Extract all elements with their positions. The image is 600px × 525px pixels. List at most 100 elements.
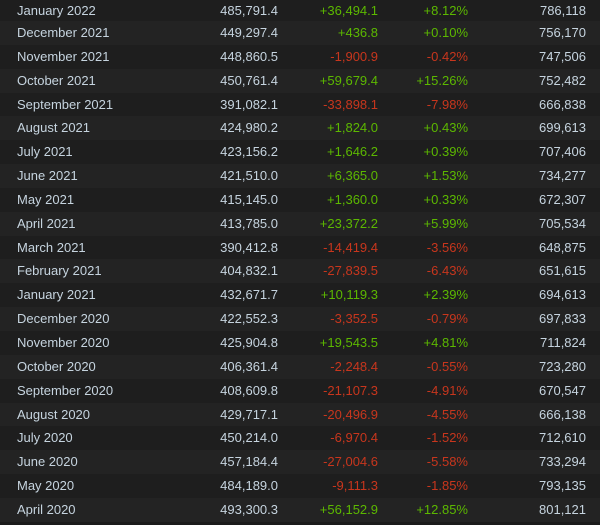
gain-cell: +19,543.5 [319, 334, 378, 350]
gain-cell: -33,898.1 [323, 96, 378, 112]
percent-gain-cell: -1.52% [426, 430, 468, 446]
table-row: December 2020 422,552.3 -3,352.5 -0.79% 697,… [0, 307, 600, 331]
peak-players-cell: 648,875 [539, 239, 586, 255]
percent-gain-cell: +5.99% [423, 215, 468, 231]
gain-cell: +10,119.3 [320, 287, 378, 303]
peak-players-cell: 670,547 [539, 382, 586, 398]
month-cell: October 2020 [17, 358, 96, 374]
month-cell: November 2020 [17, 334, 110, 350]
table-row: January 2021 432,671.7 +10,119.3 +2.39% 694,… [0, 283, 600, 308]
percent-gain-cell: +0.10% [423, 25, 468, 40]
avg-players-cell: 449,297.4 [220, 25, 278, 40]
avg-players-cell: 422,552.3 [220, 311, 278, 327]
avg-players-cell: 493,300.3 [220, 501, 278, 517]
peak-players-cell: 723,280 [539, 358, 586, 374]
gain-cell: +436.8 [337, 25, 378, 40]
table-row: April 2021 413,785.0 +23,372.2 +5.99% 705,53… [0, 211, 600, 236]
gain-cell: -1,900.9 [330, 48, 378, 64]
percent-gain-cell: -0.42% [426, 48, 468, 64]
table-row: May 2020 484,189.0 -9,111.3 -1.85% 793,135 [0, 474, 600, 498]
month-cell: July 2021 [17, 144, 73, 160]
table-row: September 2021 391,082.1 -33,898.1 -7.98% 66… [0, 92, 600, 117]
peak-players-cell: 747,506 [539, 48, 586, 64]
gain-cell: -27,004.6 [323, 454, 378, 470]
percent-gain-cell: -3.56% [426, 239, 468, 255]
peak-players-cell: 733,294 [539, 454, 586, 470]
percent-gain-cell: -7.98% [426, 96, 468, 112]
peak-players-cell: 734,277 [539, 168, 586, 184]
peak-players-cell: 707,406 [539, 144, 586, 160]
month-cell: October 2021 [17, 72, 96, 88]
avg-players-cell: 485,791.4 [220, 3, 278, 18]
gain-cell: -20,496.9 [323, 406, 378, 422]
table-row: November 2020 425,904.8 +19,543.5 +4.81% 711… [0, 330, 600, 355]
avg-players-cell: 415,145.0 [220, 191, 278, 207]
avg-players-cell: 425,904.8 [220, 334, 278, 350]
avg-players-cell: 424,980.2 [220, 120, 278, 136]
month-cell: December 2021 [17, 25, 110, 40]
table-row: August 2021 424,980.2 +1,824.0 +0.43% 699,61… [0, 116, 600, 141]
peak-players-cell: 786,118 [539, 3, 586, 18]
percent-gain-cell: +2.39% [423, 287, 468, 303]
avg-players-cell: 450,214.0 [220, 430, 278, 446]
peak-players-cell: 801,121 [539, 501, 586, 517]
table-row: February 2021 404,832.1 -27,839.5 -6.43% 651… [0, 259, 600, 284]
month-cell: January 2022 [17, 3, 96, 18]
month-cell: March 2021 [17, 239, 86, 255]
table-row: November 2021 448,860.5 -1,900.9 -0.42% 747,… [0, 44, 600, 69]
month-cell: June 2020 [17, 454, 78, 470]
month-cell: August 2020 [17, 406, 91, 422]
percent-gain-cell: -0.55% [426, 358, 468, 374]
table-row: March 2021 390,412.8 -14,419.4 -3.56% 648,87… [0, 235, 600, 260]
table-row: October 2020 406,361.4 -2,248.4 -0.55% 723,2… [0, 354, 600, 379]
avg-players-cell: 421,510.0 [220, 168, 278, 184]
gain-cell: -6,970.4 [330, 430, 378, 446]
peak-players-cell: 711,824 [539, 334, 586, 350]
table-row: April 2020 493,300.3 +56,152.9 +12.85% 801,1… [0, 497, 600, 522]
avg-players-cell: 423,156.2 [220, 144, 278, 160]
peak-players-cell: 672,307 [539, 191, 586, 207]
table-row: January 2022 485,791.4 +36,494.1 +8.12% 786,… [0, 0, 600, 21]
percent-gain-cell: +0.33% [423, 191, 468, 207]
gain-cell: -9,111.3 [332, 478, 378, 494]
gain-cell: +1,360.0 [327, 191, 378, 207]
avg-players-cell: 429,717.1 [220, 406, 278, 422]
avg-players-cell: 404,832.1 [220, 263, 278, 279]
table-row: December 2021 449,297.4 +436.8 +0.10% 756,17… [0, 21, 600, 45]
avg-players-cell: 432,671.7 [220, 287, 278, 303]
percent-gain-cell: -1.85% [426, 478, 468, 494]
percent-gain-cell: -4.91% [426, 382, 468, 398]
peak-players-cell: 793,135 [539, 478, 586, 494]
table-row: June 2021 421,510.0 +6,365.0 +1.53% 734,277 [0, 164, 600, 188]
table-row: July 2020 450,214.0 -6,970.4 -1.52% 712,610 [0, 426, 600, 451]
percent-gain-cell: +4.81% [423, 334, 468, 350]
peak-players-cell: 666,838 [539, 96, 586, 112]
table-row: May 2021 415,145.0 +1,360.0 +0.33% 672,307 [0, 187, 600, 212]
avg-players-cell: 413,785.0 [220, 215, 278, 231]
gain-cell: +56,152.9 [319, 501, 378, 517]
peak-players-cell: 651,615 [539, 263, 586, 279]
peak-players-cell: 699,613 [539, 120, 586, 136]
avg-players-cell: 484,189.0 [220, 478, 278, 494]
month-cell: April 2021 [17, 215, 76, 231]
month-cell: June 2021 [17, 168, 78, 184]
month-cell: September 2020 [17, 382, 114, 398]
gain-cell: +1,646.2 [327, 144, 378, 160]
gain-cell: -2,248.4 [330, 358, 378, 374]
percent-gain-cell: +12.85% [416, 501, 468, 517]
month-cell: May 2020 [17, 478, 75, 494]
avg-players-cell: 448,860.5 [220, 48, 278, 64]
table-row: September 2020 408,609.8 -21,107.3 -4.91% 67… [0, 378, 600, 403]
gain-cell: +6,365.0 [327, 168, 378, 184]
gain-cell: -21,107.3 [323, 382, 378, 398]
gain-cell: -3,352.5 [330, 311, 378, 327]
percent-gain-cell: +0.39% [423, 144, 468, 160]
peak-players-cell: 697,833 [539, 311, 586, 327]
avg-players-cell: 408,609.8 [220, 382, 278, 398]
month-cell: January 2021 [17, 287, 96, 303]
table-row: July 2021 423,156.2 +1,646.2 +0.39% 707,406 [0, 140, 600, 165]
percent-gain-cell: +0.43% [423, 120, 468, 136]
gain-cell: -14,419.4 [323, 239, 378, 255]
month-cell: August 2021 [17, 120, 91, 136]
gain-cell: +23,372.2 [319, 215, 378, 231]
